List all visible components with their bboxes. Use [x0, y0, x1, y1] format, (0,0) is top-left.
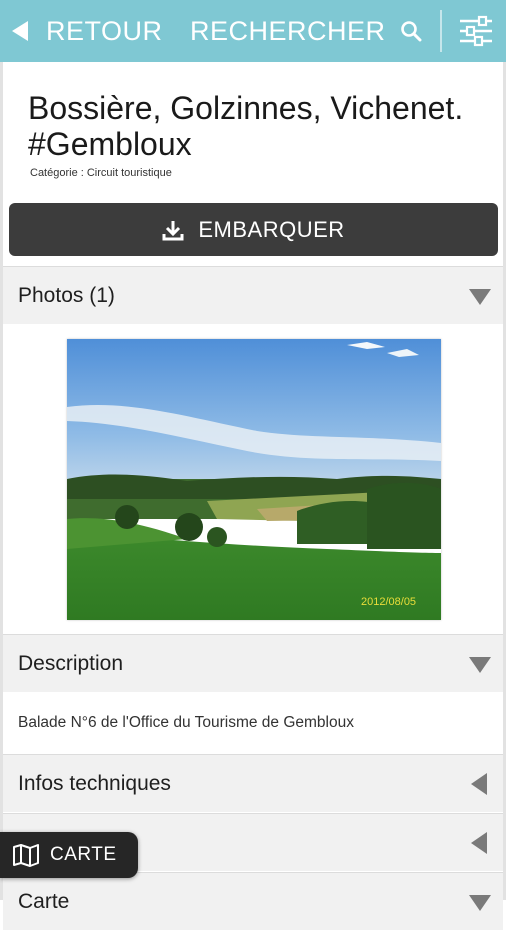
- chevron-down-icon: [469, 657, 491, 673]
- photo-date-stamp: 2012/08/05: [361, 596, 416, 608]
- top-bar: RETOUR RECHERCHER: [0, 0, 506, 62]
- tech-info-section-label: Infos techniques: [18, 771, 171, 795]
- description-section-header[interactable]: Description: [3, 634, 503, 692]
- back-button[interactable]: RETOUR: [12, 0, 163, 62]
- map-section-header[interactable]: Carte: [3, 872, 503, 930]
- search-icon: [400, 21, 422, 42]
- description-text: Balade N°6 de l'Office du Tourisme de Ge…: [3, 692, 503, 754]
- map-icon: [13, 844, 39, 867]
- photos-section-header[interactable]: Photos (1): [3, 266, 503, 324]
- tech-info-section-header[interactable]: Infos techniques: [3, 754, 503, 812]
- topbar-divider: [440, 10, 442, 52]
- category-label: Catégorie : Circuit touristique: [30, 167, 172, 179]
- description-section-label: Description: [18, 651, 124, 675]
- search-button[interactable]: RECHERCHER: [190, 0, 422, 62]
- map-section-label: Carte: [18, 889, 70, 913]
- search-label: RECHERCHER: [190, 15, 386, 46]
- photos-section-label: Photos (1): [18, 283, 115, 307]
- download-icon: [162, 220, 184, 240]
- download-button[interactable]: EMBARQUER: [9, 203, 498, 256]
- map-button[interactable]: CARTE: [0, 832, 138, 878]
- landscape-photo[interactable]: 2012/08/05: [67, 339, 441, 620]
- map-button-label: CARTE: [50, 844, 117, 865]
- chevron-down-icon: [469, 289, 491, 305]
- page-title: Bossière, Golzinnes, Vichenet. #Gembloux: [28, 90, 464, 162]
- landscape-photo-image: 2012/08/05: [67, 339, 441, 620]
- photos-panel: 2012/08/05: [3, 325, 503, 633]
- sliders-icon: [460, 15, 492, 47]
- chevron-left-icon: [471, 773, 487, 795]
- filter-button[interactable]: [458, 14, 494, 48]
- back-arrow-icon: [12, 21, 28, 41]
- chevron-left-icon: [471, 832, 487, 854]
- download-label: EMBARQUER: [198, 216, 345, 242]
- back-label: RETOUR: [46, 15, 163, 46]
- chevron-down-icon: [469, 895, 491, 911]
